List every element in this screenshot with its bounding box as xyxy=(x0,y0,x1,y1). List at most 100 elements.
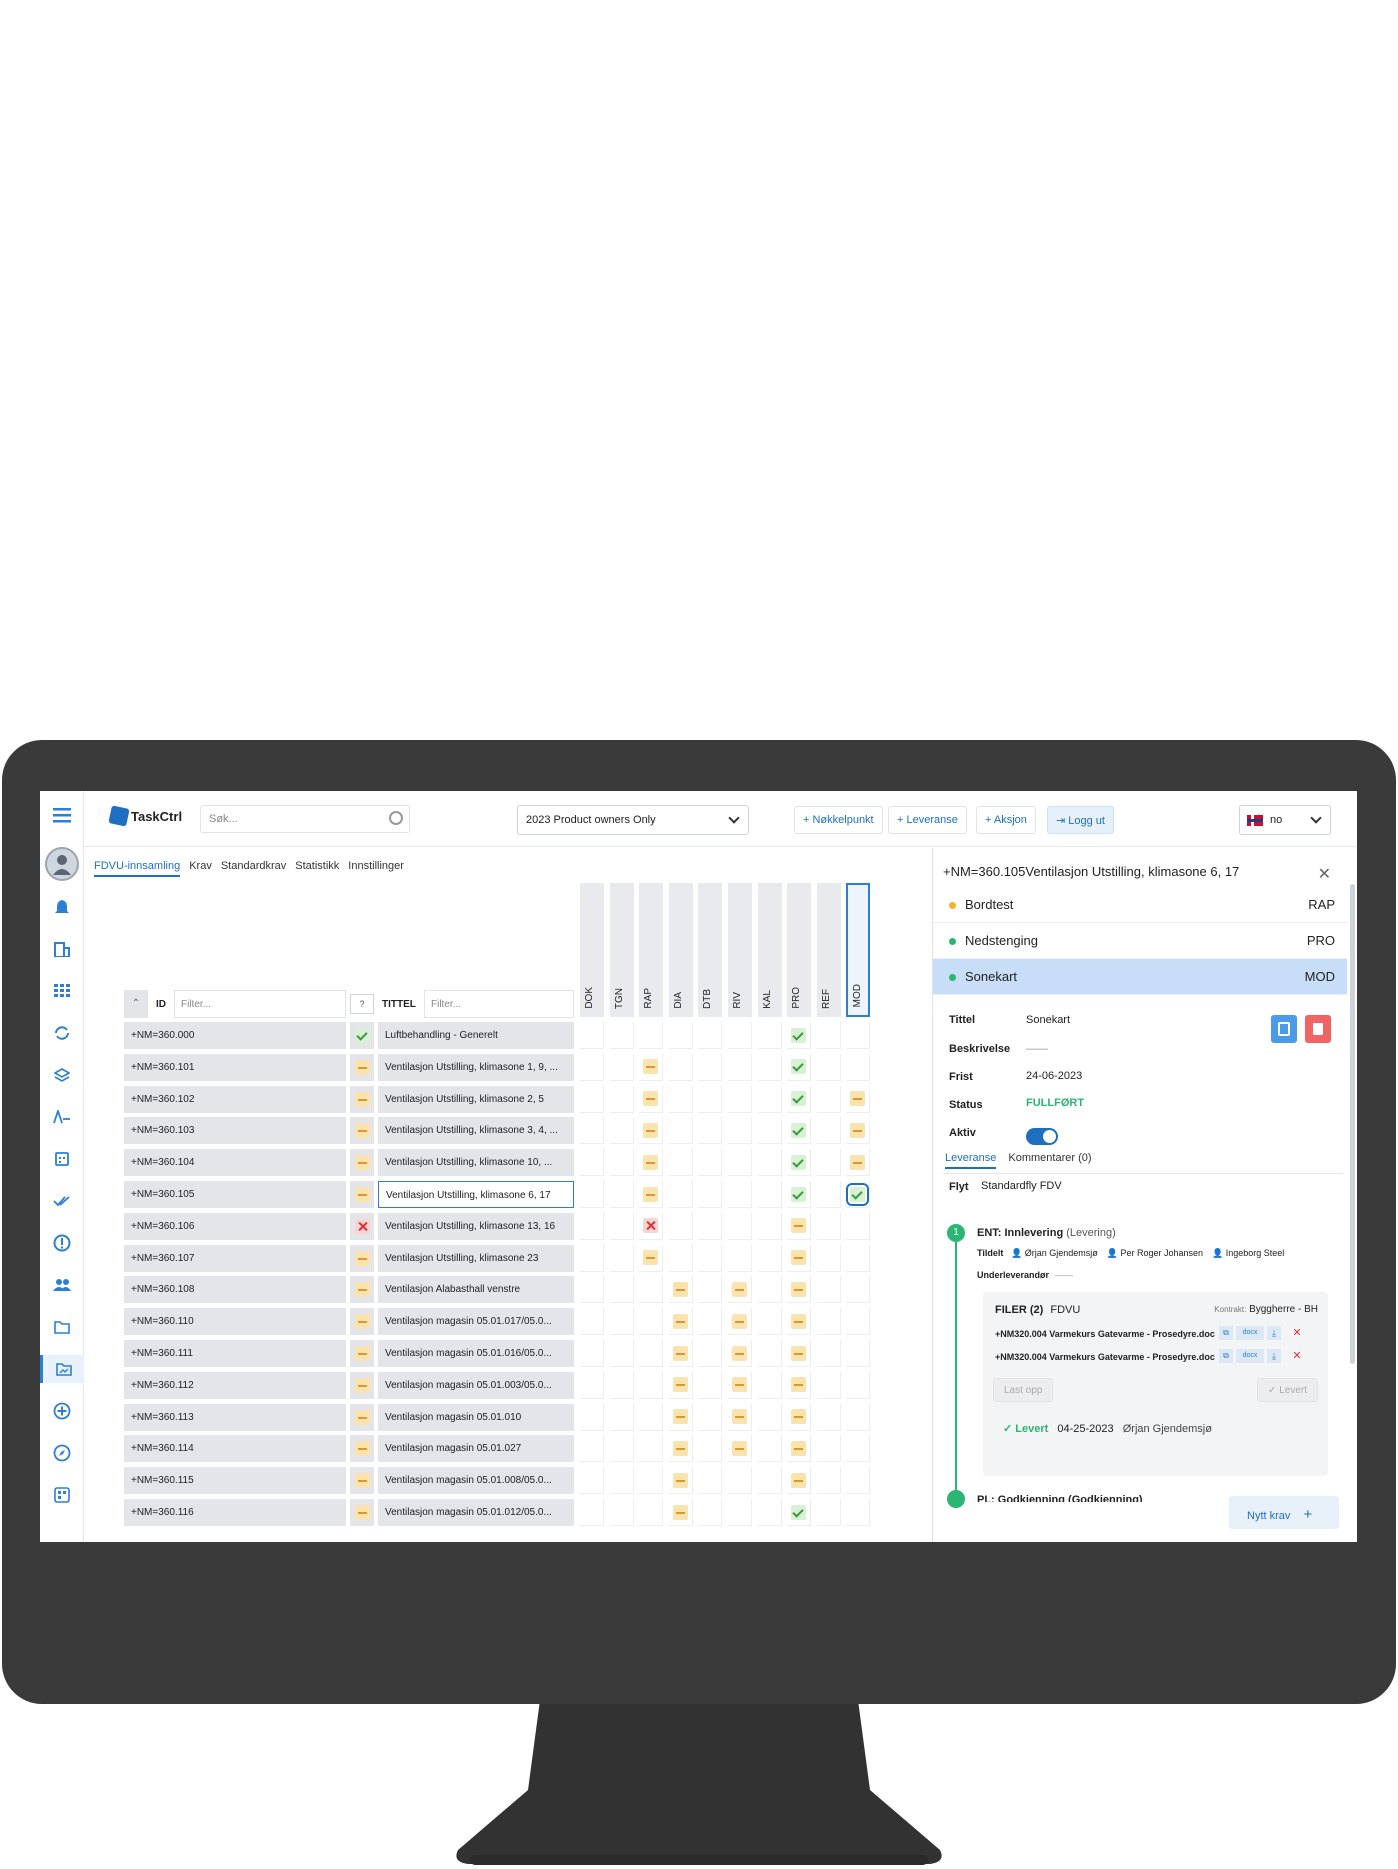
file-row[interactable]: +NM320.004 Varmekurs Gatevarme - Prosedy… xyxy=(995,1329,1215,1339)
tab-leveranse[interactable]: Leveranse xyxy=(945,1152,997,1169)
grid-cell-ref[interactable] xyxy=(816,1085,841,1113)
dashboard-icon[interactable] xyxy=(48,1481,76,1509)
grid-cell-dok[interactable] xyxy=(580,1022,604,1049)
grid-cell-pro[interactable] xyxy=(787,1499,812,1526)
row-id[interactable]: +NM=360.102 xyxy=(124,1085,346,1113)
grid-cell-tgn[interactable] xyxy=(609,1022,634,1049)
grid-cell-dia[interactable] xyxy=(668,1022,693,1049)
copy-link-icon[interactable]: ⧉ xyxy=(1219,1326,1233,1340)
logout-button[interactable]: ⇥ Logg ut xyxy=(1047,806,1114,834)
grid-cell-kal[interactable] xyxy=(757,1308,782,1336)
grid-cell-ref[interactable] xyxy=(816,1435,841,1463)
grid-cell-riv[interactable] xyxy=(728,1149,752,1177)
grid-cell-tgn[interactable] xyxy=(609,1149,634,1177)
grid-cell-rap[interactable] xyxy=(639,1467,664,1495)
grid-cell-riv[interactable] xyxy=(728,1022,752,1049)
grid-cell-rap[interactable] xyxy=(639,1022,664,1049)
column-header-dok[interactable]: DOK xyxy=(580,883,604,1017)
grid-cell-riv[interactable] xyxy=(728,1181,752,1208)
table-row[interactable]: +NM=360.106 Ventilasjon Utstilling, klima… xyxy=(124,1212,874,1240)
grid-cell-rap[interactable] xyxy=(639,1276,664,1304)
copy-link-icon[interactable]: ⧉ xyxy=(1219,1349,1233,1363)
grid-cell-dia[interactable] xyxy=(668,1467,693,1495)
grid-cell-kal[interactable] xyxy=(757,1244,782,1272)
column-header-tgn[interactable]: TGN xyxy=(609,883,634,1017)
row-id[interactable]: +NM=360.104 xyxy=(124,1149,346,1177)
alert-icon[interactable] xyxy=(48,1229,76,1257)
grid-cell-dia[interactable] xyxy=(668,1276,693,1304)
grid-cell-dtb[interactable] xyxy=(698,1435,723,1463)
grid-cell-riv[interactable] xyxy=(728,1340,752,1367)
grid-cell-tgn[interactable] xyxy=(609,1499,634,1526)
grid-cell-pro[interactable] xyxy=(787,1371,812,1399)
grid-cell-ref[interactable] xyxy=(816,1308,841,1336)
column-header-dtb[interactable]: DTB xyxy=(698,883,723,1017)
grid-cell-mod[interactable] xyxy=(846,1308,871,1336)
grid-cell-mod[interactable] xyxy=(846,1435,871,1463)
row-title[interactable]: Ventilasjon magasin 05.01.003/05.0... xyxy=(378,1371,574,1399)
grid-cell-riv[interactable] xyxy=(728,1403,752,1431)
row-id[interactable]: +NM=360.111 xyxy=(124,1340,346,1367)
row-title[interactable]: Ventilasjon Alabasthall venstre xyxy=(378,1276,574,1304)
grid-cell-dtb[interactable] xyxy=(698,1053,723,1081)
grid-cell-ref[interactable] xyxy=(816,1467,841,1495)
grid-cell-pro[interactable] xyxy=(787,1276,812,1304)
grid-cell-rap[interactable] xyxy=(639,1244,664,1272)
tab-innstillinger[interactable]: Innstillinger xyxy=(348,860,404,877)
row-title[interactable]: Ventilasjon Utstilling, klimasone 1, 9, … xyxy=(378,1053,574,1081)
row-title[interactable]: Ventilasjon magasin 05.01.010 xyxy=(378,1403,574,1431)
table-row[interactable]: +NM=360.110 Ventilasjon magasin 05.01.017… xyxy=(124,1308,874,1336)
table-row[interactable]: +NM=360.114 Ventilasjon magasin 05.01.027 xyxy=(124,1435,874,1463)
grid-cell-riv[interactable] xyxy=(728,1085,752,1113)
row-id[interactable]: +NM=360.108 xyxy=(124,1276,346,1304)
row-title[interactable]: Ventilasjon magasin 05.01.016/05.0... xyxy=(378,1340,574,1367)
grid-cell-rap[interactable] xyxy=(639,1499,664,1526)
grid-cell-dok[interactable] xyxy=(580,1340,604,1367)
grid-cell-pro[interactable] xyxy=(787,1435,812,1463)
row-title[interactable]: Ventilasjon Utstilling, klimasone 2, 5 xyxy=(378,1085,574,1113)
row-title[interactable]: Ventilasjon Utstilling, klimasone 3, 4, … xyxy=(378,1117,574,1145)
grid-cell-dia[interactable] xyxy=(668,1403,693,1431)
grid-cell-ref[interactable] xyxy=(816,1276,841,1304)
grid-cell-dia[interactable] xyxy=(668,1371,693,1399)
assignee[interactable]: 👤 Ørjan Gjendemsjø xyxy=(1011,1248,1098,1259)
table-row[interactable]: +NM=360.104 Ventilasjon Utstilling, klima… xyxy=(124,1149,874,1177)
grid-cell-dok[interactable] xyxy=(580,1117,604,1145)
grid-cell-riv[interactable] xyxy=(728,1499,752,1526)
table-row[interactable]: +NM=360.108 Ventilasjon Alabasthall venst… xyxy=(124,1276,874,1304)
grid-cell-rap[interactable] xyxy=(639,1435,664,1463)
grid-cell-pro[interactable] xyxy=(787,1053,812,1081)
active-toggle[interactable] xyxy=(1026,1128,1058,1145)
grid-cell-dia[interactable] xyxy=(668,1212,693,1240)
grid-cell-kal[interactable] xyxy=(757,1403,782,1431)
id-filter-input[interactable]: Filter... xyxy=(174,990,346,1018)
avatar[interactable] xyxy=(45,847,79,881)
grid-cell-dtb[interactable] xyxy=(698,1085,723,1113)
grid-cell-ref[interactable] xyxy=(816,1371,841,1399)
grid-cell-rap[interactable] xyxy=(639,1181,664,1208)
grid-cell-tgn[interactable] xyxy=(609,1085,634,1113)
row-id[interactable]: +NM=360.107 xyxy=(124,1244,346,1272)
grid-cell-dok[interactable] xyxy=(580,1244,604,1272)
assignee[interactable]: 👤 Ingeborg Steel xyxy=(1212,1248,1284,1259)
grid-cell-mod[interactable] xyxy=(846,1085,871,1113)
grid-cell-mod[interactable] xyxy=(846,1244,871,1272)
grid-cell-rap[interactable] xyxy=(639,1085,664,1113)
text-style-icon[interactable] xyxy=(48,1103,76,1131)
row-id[interactable]: +NM=360.103 xyxy=(124,1117,346,1145)
row-title[interactable]: Ventilasjon Utstilling, klimasone 13, 16 xyxy=(378,1212,574,1240)
row-title[interactable]: Ventilasjon Utstilling, klimasone 23 xyxy=(378,1244,574,1272)
copy-button[interactable] xyxy=(1271,1015,1297,1043)
grid-cell-rap[interactable] xyxy=(639,1340,664,1367)
sync-icon[interactable] xyxy=(48,1019,76,1047)
grid-cell-ref[interactable] xyxy=(816,1053,841,1081)
row-id[interactable]: +NM=360.105 xyxy=(124,1181,346,1208)
grid-cell-tgn[interactable] xyxy=(609,1308,634,1336)
grid-cell-kal[interactable] xyxy=(757,1212,782,1240)
download-icon[interactable]: ⤓ xyxy=(1267,1326,1281,1340)
tab-statistikk[interactable]: Statistikk xyxy=(295,860,339,877)
row-title[interactable]: Ventilasjon magasin 05.01.027 xyxy=(378,1435,574,1463)
grid-cell-mod[interactable] xyxy=(846,1181,871,1208)
grid-cell-dtb[interactable] xyxy=(698,1308,723,1336)
grid-cell-rap[interactable] xyxy=(639,1149,664,1177)
